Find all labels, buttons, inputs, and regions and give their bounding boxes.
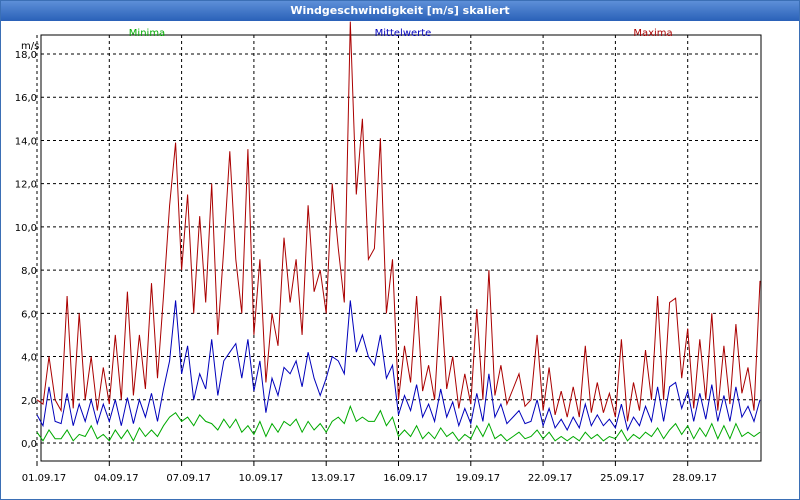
- x-axis-ticks: 01.09.17 04.09.17 07.09.17 10.09.17 13.09.17…: [22, 461, 717, 484]
- y-tick-label: 2,0: [21, 396, 37, 407]
- x-tick-label: 01.09.17: [22, 473, 67, 484]
- x-tick-label: 04.09.17: [94, 473, 139, 484]
- x-tick-label: 13.09.17: [311, 473, 356, 484]
- y-tick-label: 6,0: [21, 309, 37, 320]
- x-tick-label: 28.09.17: [672, 473, 717, 484]
- y-tick-label: 14,0: [15, 136, 37, 147]
- x-tick-label: 25.09.17: [600, 473, 645, 484]
- x-tick-label: 07.09.17: [166, 473, 211, 484]
- y-tick-label: 8,0: [21, 266, 37, 277]
- y-tick-label: 12,0: [15, 180, 37, 191]
- legend: Minima Mittelwerte Maxima: [129, 28, 673, 39]
- y-tick-label: 4,0: [21, 353, 37, 364]
- legend-label-maxima: Maxima: [633, 28, 672, 39]
- chart-window: Windgeschwindigkeit [m/s] skaliert 0,0 2,…: [0, 0, 800, 500]
- x-tick-label: 22.09.17: [528, 473, 573, 484]
- line-chart: 0,02,04,06,08,010,012,014,016,018,0 01.0…: [15, 21, 762, 484]
- x-tick-label: 19.09.17: [456, 473, 501, 484]
- y-axis-ticks: 0,02,04,06,08,010,012,014,016,018,0: [15, 50, 37, 450]
- x-tick-label: 16.09.17: [383, 473, 428, 484]
- y-tick-label: 0,0: [21, 439, 37, 450]
- legend-label-minima: Minima: [129, 28, 165, 39]
- y-tick-label: 16,0: [15, 93, 37, 104]
- plot-frame: [40, 34, 762, 462]
- y-axis-label: m/s: [21, 41, 39, 52]
- x-tick-label: 10.09.17: [239, 473, 284, 484]
- legend-label-mittelwerte: Mittelwerte: [375, 28, 432, 39]
- y-tick-label: 10,0: [15, 223, 37, 234]
